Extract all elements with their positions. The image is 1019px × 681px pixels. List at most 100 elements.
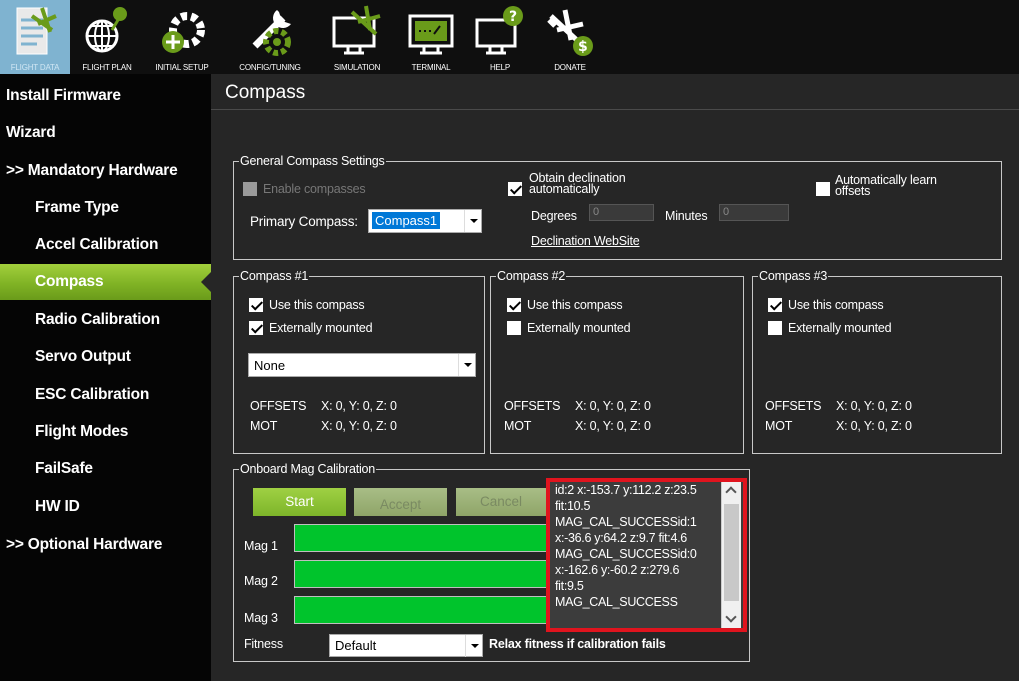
log-line: MAG_CAL_SUCCESS — [555, 595, 678, 609]
compass-1-orientation-value: None — [254, 358, 286, 373]
help-button[interactable]: ? HELP — [468, 0, 532, 74]
compass-2-mot-value: X: 0, Y: 0, Z: 0 — [575, 419, 651, 433]
group-legend: Onboard Mag Calibration — [240, 462, 376, 476]
mag-1-progress-bar — [294, 524, 550, 552]
compass-2-external-label: Externally mounted — [527, 321, 631, 335]
enable-compasses-checkbox[interactable] — [243, 182, 257, 196]
active-pointer-icon — [201, 272, 211, 292]
fitness-label: Fitness — [244, 637, 283, 651]
sidebar-item-compass[interactable]: Compass — [0, 264, 211, 300]
toolbar-label: CONFIG/TUNING — [239, 63, 301, 72]
compass-3-mot-value: X: 0, Y: 0, Z: 0 — [836, 419, 912, 433]
sidebar-item-install-firmware[interactable]: Install Firmware — [0, 78, 211, 114]
compass-page: Compass General Compass Settings Enable … — [211, 74, 1019, 681]
log-line: id:2 x:-153.7 y:112.2 z:23.5 — [555, 483, 697, 497]
compass-1-orientation-select[interactable]: None — [248, 353, 476, 377]
compass-2-offsets-label: OFFSETS — [504, 399, 561, 413]
chevron-down-icon — [464, 210, 481, 232]
compass-1-mot-value: X: 0, Y: 0, Z: 0 — [321, 419, 397, 433]
minutes-label: Minutes — [665, 209, 708, 223]
primary-compass-select[interactable]: Compass1 — [368, 209, 482, 233]
mag-3-label: Mag 3 — [244, 611, 278, 625]
mag-3-progress-bar — [294, 596, 550, 624]
log-scrollbar[interactable] — [721, 482, 741, 629]
terminal-icon — [408, 14, 454, 55]
config-tuning-icon — [252, 10, 291, 56]
scroll-thumb[interactable] — [724, 504, 739, 601]
donate-icon: $ — [547, 9, 593, 56]
log-line: fit:10.5 — [555, 499, 591, 513]
group-legend: Compass #2 — [497, 269, 566, 283]
config-tuning-button[interactable]: CONFIG/TUNING — [220, 0, 320, 74]
mag-1-label: Mag 1 — [244, 539, 278, 553]
initial-setup-button[interactable]: INITIAL SETUP — [144, 0, 220, 74]
log-line: x:-162.6 y:-60.2 z:279.6 — [555, 563, 680, 577]
sidebar-item-servo-output[interactable]: Servo Output — [0, 339, 211, 375]
flight-plan-icon — [85, 7, 127, 53]
obtain-declination-checkbox[interactable] — [508, 182, 522, 196]
sidebar-item-frame-type[interactable]: Frame Type — [0, 190, 211, 226]
compass-2-use-checkbox[interactable] — [507, 298, 521, 312]
obtain-declination-label: Obtain declination automatically — [529, 171, 626, 196]
flight-data-button[interactable]: FLIGHT DATA — [0, 0, 70, 74]
scroll-down-icon[interactable] — [725, 611, 737, 623]
help-icon: ? — [475, 6, 523, 55]
sidebar-item-wizard[interactable]: Wizard — [0, 115, 211, 151]
auto-learn-offsets-checkbox[interactable] — [816, 182, 830, 196]
sidebar-item-flight-modes[interactable]: Flight Modes — [0, 414, 211, 450]
scroll-up-icon[interactable] — [725, 486, 737, 498]
sidebar-item-hw-id[interactable]: HW ID — [0, 489, 211, 525]
compass-1-external-label: Externally mounted — [269, 321, 373, 335]
calibration-log[interactable]: id:2 x:-153.7 y:112.2 z:23.5 fit:10.5 MA… — [550, 482, 744, 629]
minutes-input[interactable]: 0 — [719, 204, 789, 221]
primary-compass-value: Compass1 — [372, 212, 441, 229]
compass-1-external-checkbox[interactable] — [249, 321, 263, 335]
toolbar-label: TERMINAL — [411, 63, 451, 72]
mag-2-progress-bar — [294, 560, 550, 588]
sidebar-item-radio-calibration[interactable]: Radio Calibration — [0, 302, 211, 338]
terminal-button[interactable]: TERMINAL — [394, 0, 468, 74]
group-legend: General Compass Settings — [240, 154, 385, 168]
compass-1-use-label: Use this compass — [269, 298, 365, 312]
compass-3-offsets-label: OFFSETS — [765, 399, 822, 413]
log-line: MAG_CAL_SUCCESSid:0 — [555, 547, 697, 561]
declination-website-link[interactable]: Declination WebSite — [531, 234, 640, 248]
compass-3-external-checkbox[interactable] — [768, 321, 782, 335]
donate-button[interactable]: $ DONATE — [532, 0, 608, 74]
degrees-input[interactable]: 0 — [589, 204, 654, 221]
toolbar-label: INITIAL SETUP — [155, 63, 209, 72]
compass-1-use-checkbox[interactable] — [249, 298, 263, 312]
relax-fitness-label: Relax fitness if calibration fails — [489, 637, 666, 651]
sidebar-item-optional-hardware[interactable]: >> Optional Hardware — [0, 527, 211, 563]
compass-1-offsets-label: OFFSETS — [250, 399, 307, 413]
degrees-label: Degrees — [531, 209, 577, 223]
cancel-calibration-button[interactable]: Cancel — [456, 488, 546, 516]
sidebar-item-mandatory-hardware[interactable]: >> Mandatory Hardware — [0, 153, 211, 189]
compass-2-external-checkbox[interactable] — [507, 321, 521, 335]
compass-2-offsets-value: X: 0, Y: 0, Z: 0 — [575, 399, 651, 413]
mag-2-label: Mag 2 — [244, 574, 278, 588]
setup-sidebar: Install Firmware Wizard >> Mandatory Har… — [0, 74, 211, 681]
enable-compasses-label: Enable compasses — [263, 182, 366, 196]
compass-1-offsets-value: X: 0, Y: 0, Z: 0 — [321, 399, 397, 413]
sidebar-item-esc-calibration[interactable]: ESC Calibration — [0, 377, 211, 413]
sidebar-item-failsafe[interactable]: FailSafe — [0, 451, 211, 487]
compass-1-mot-label: MOT — [250, 419, 278, 433]
auto-learn-offsets-label: Automatically learn offsets — [835, 173, 937, 198]
accept-calibration-button[interactable]: Accept — [354, 488, 447, 516]
compass-2-mot-label: MOT — [504, 419, 532, 433]
compass-3-external-label: Externally mounted — [788, 321, 892, 335]
fitness-select[interactable]: Default — [329, 634, 483, 657]
compass-3-use-checkbox[interactable] — [768, 298, 782, 312]
simulation-icon — [332, 5, 381, 55]
primary-compass-label: Primary Compass: — [250, 214, 358, 229]
log-line: MAG_CAL_SUCCESSid:1 — [555, 515, 697, 529]
compass-3-mot-label: MOT — [765, 419, 793, 433]
flight-plan-button[interactable]: FLIGHT PLAN — [70, 0, 144, 74]
compass-3-offsets-value: X: 0, Y: 0, Z: 0 — [836, 399, 912, 413]
main-toolbar: FLIGHT DATA FLIGHT PLAN INITIAL SETUP CO… — [0, 0, 1019, 74]
chevron-down-icon — [465, 635, 482, 657]
sidebar-item-accel-calibration[interactable]: Accel Calibration — [0, 227, 211, 263]
simulation-button[interactable]: SIMULATION — [320, 0, 394, 74]
start-calibration-button[interactable]: Start — [253, 488, 346, 516]
